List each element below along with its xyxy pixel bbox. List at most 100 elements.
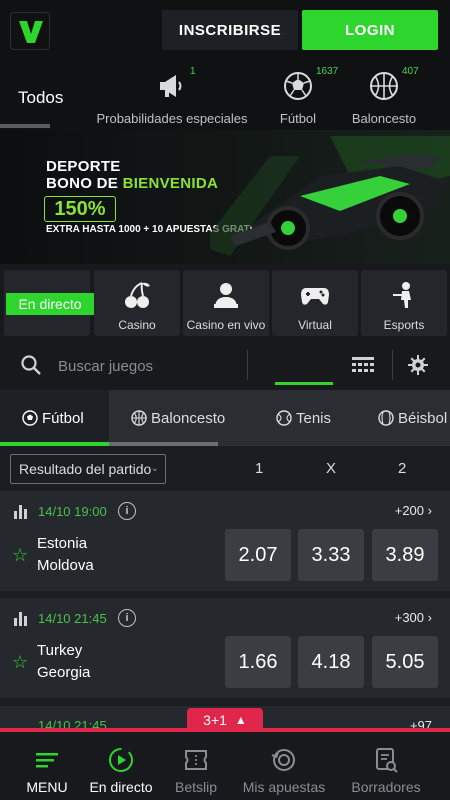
tab-label: Fútbol [42, 409, 84, 427]
soccer-ball-icon [22, 410, 38, 426]
nav-item-count: 407 [402, 66, 419, 77]
search-input[interactable] [58, 355, 238, 377]
tennis-ball-icon [276, 410, 292, 426]
category-live[interactable]: En directo [4, 270, 94, 336]
category-live-casino[interactable]: Casino en vivo [183, 270, 269, 336]
banner-subtitle: BONO DE BIENVENIDA [46, 175, 219, 192]
nav-item-label: Todos [18, 88, 64, 107]
match-row[interactable]: 14/10 19:00 i +200 › ☆ Estonia Moldova 2… [0, 491, 450, 591]
bottom-nav-label: Borradores [351, 779, 421, 795]
tab-label: Baloncesto [151, 409, 226, 427]
odds-button-home[interactable]: 1.66 [225, 636, 291, 688]
sport-tabs: Fútbol Baloncesto Tenis Béisbol [0, 390, 450, 446]
divider [392, 350, 393, 380]
register-button[interactable]: INSCRIBIRSE [162, 10, 298, 50]
cherries-icon [125, 282, 150, 308]
category-tiles: En directo Casino Casino en vivo Virtual… [0, 264, 450, 344]
stats-icon[interactable] [14, 612, 30, 626]
bottom-nav-betslip[interactable]: Betslip [168, 732, 224, 800]
bottom-nav-menu[interactable]: MENU [18, 732, 76, 800]
welcome-bonus-banner[interactable]: DEPORTE BONO DE BIENVENIDA 150% EXTRA HA… [0, 130, 450, 264]
betslip-toggle[interactable]: 3+1 ▲ [187, 708, 263, 732]
column-header-draw: X [326, 460, 337, 477]
race-car-image [210, 136, 450, 256]
settings-gear-icon[interactable] [408, 355, 428, 375]
favorite-star-icon[interactable]: ☆ [12, 652, 28, 673]
active-view-underline [275, 382, 333, 385]
betslip-count: 3+1 [203, 712, 227, 728]
category-label: En directo [6, 293, 94, 315]
match-time: 14/10 19:00 [38, 504, 107, 519]
team-home: Turkey [37, 642, 83, 659]
banner-title: DEPORTE [46, 158, 121, 175]
tab-tennis[interactable]: Tenis [276, 390, 331, 446]
soldier-icon [393, 282, 411, 308]
drafts-icon [376, 748, 398, 773]
tab-basketball[interactable]: Baloncesto [131, 390, 225, 446]
soccer-ball-icon [284, 72, 312, 100]
odds-button-home[interactable]: 2.07 [225, 529, 291, 581]
brand-logo[interactable] [10, 12, 50, 50]
more-markets-link[interactable]: +200 › [395, 503, 432, 518]
category-label: Casino [118, 318, 156, 332]
match-row[interactable]: 14/10 21:45 i +300 › ☆ Turkey Georgia 1.… [0, 598, 450, 698]
live-play-icon [109, 748, 133, 772]
nav-item-special-odds[interactable]: 1 Probabilidades especiales [90, 62, 254, 130]
odds-button-draw[interactable]: 3.33 [298, 529, 364, 581]
info-icon[interactable]: i [118, 502, 136, 520]
nav-item-label: Fútbol [279, 111, 317, 126]
bottom-nav-live[interactable]: En directo [84, 732, 158, 800]
chevron-right-icon: › [427, 610, 432, 625]
nav-item-basketball[interactable]: 407 Baloncesto [346, 62, 422, 130]
nav-item-label: Baloncesto [351, 111, 417, 126]
search-bar [0, 344, 450, 390]
banner-percent: 150% [44, 196, 116, 222]
category-label: Casino en vivo [186, 318, 266, 332]
nav-item-football[interactable]: 1637 Fútbol [270, 62, 338, 130]
category-casino[interactable]: Casino [94, 270, 180, 336]
odds-button-away[interactable]: 3.89 [372, 529, 438, 581]
gamepad-icon [301, 288, 329, 305]
basketball-icon [370, 72, 398, 100]
tab-label: Tenis [296, 409, 332, 427]
column-header-away: 2 [398, 460, 407, 477]
ticket-icon [185, 750, 207, 770]
bottom-nav-label: Betslip [174, 779, 218, 795]
chevron-down-icon: ⌄ [150, 463, 159, 474]
top-category-nav: Todos 1 Probabilidades especiales 1637 F… [0, 62, 450, 130]
bottom-nav-my-bets[interactable]: Mis apuestas [236, 732, 332, 800]
odds-button-draw[interactable]: 4.18 [298, 636, 364, 688]
category-virtual[interactable]: Virtual [272, 270, 358, 336]
dealer-icon [214, 283, 238, 308]
search-icon[interactable] [20, 354, 42, 376]
more-markets-link[interactable]: +300 › [395, 610, 432, 625]
login-button[interactable]: LOGIN [302, 10, 438, 50]
history-icon [271, 749, 295, 771]
baseball-icon [378, 410, 394, 426]
nav-item-count: 1 [190, 66, 196, 77]
category-esports[interactable]: Esports [361, 270, 447, 336]
more-markets-link[interactable]: +97 [410, 718, 432, 728]
nav-item-label: Probabilidades especiales [96, 111, 248, 126]
odds-button-away[interactable]: 5.05 [372, 636, 438, 688]
info-icon[interactable]: i [118, 609, 136, 627]
category-label: Esports [383, 318, 425, 332]
nav-item-all[interactable]: Todos [0, 62, 63, 130]
team-home: Estonia [37, 535, 88, 552]
bottom-nav-drafts[interactable]: Borradores [344, 732, 428, 800]
market-select[interactable]: Resultado del partido ⌄ [10, 454, 166, 484]
favorite-star-icon[interactable]: ☆ [12, 545, 28, 566]
tab-baseball[interactable]: Béisbol [378, 390, 447, 446]
menu-icon [36, 753, 58, 768]
stats-icon[interactable] [14, 505, 30, 519]
chevron-up-icon: ▲ [234, 713, 247, 727]
list-view-icon[interactable] [352, 357, 374, 375]
divider [247, 350, 248, 380]
bottom-nav-label: MENU [26, 779, 68, 795]
bottom-nav-label: En directo [89, 779, 153, 795]
tab-label: Béisbol [398, 409, 448, 427]
team-away: Georgia [37, 664, 91, 681]
category-label: Virtual [298, 318, 332, 332]
tab-football[interactable]: Fútbol [22, 390, 84, 446]
team-away: Moldova [37, 557, 94, 574]
